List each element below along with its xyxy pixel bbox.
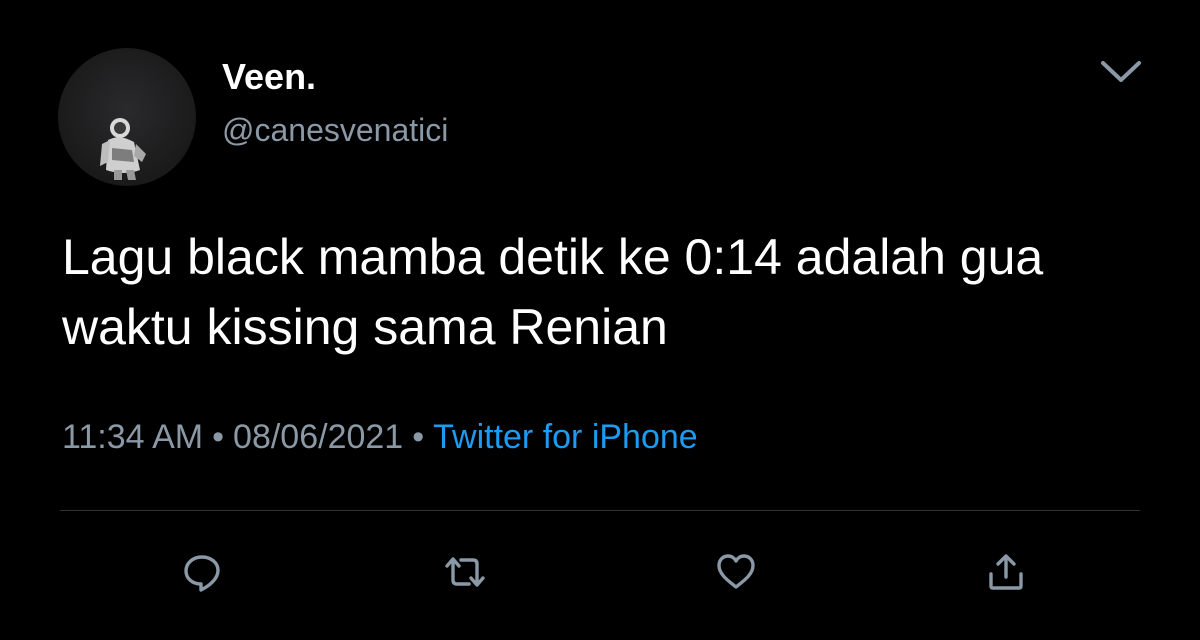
meta-separator: •: [212, 418, 225, 456]
heart-icon: [717, 554, 755, 589]
retweet-icon: [445, 557, 485, 587]
author-display-name[interactable]: Veen.: [222, 56, 316, 98]
tweet-source-link[interactable]: Twitter for iPhone: [433, 418, 698, 456]
avatar[interactable]: [58, 48, 196, 186]
retweet-button[interactable]: [441, 548, 489, 596]
like-button[interactable]: [712, 548, 760, 596]
tweet-date[interactable]: 08/06/2021: [233, 418, 403, 456]
astronaut-avatar-image: [100, 118, 146, 180]
divider: [60, 510, 1140, 511]
author-handle[interactable]: @canesvenatici: [222, 112, 448, 149]
reply-icon: [184, 555, 220, 592]
tweet-text: Lagu black mamba detik ke 0:14 adalah gu…: [62, 229, 1044, 355]
tweet-meta: 11:34 AM • 08/06/2021 • Twitter for iPhone: [62, 418, 698, 457]
tweet-time[interactable]: 11:34 AM: [62, 418, 203, 456]
reply-button[interactable]: [178, 548, 226, 596]
chevron-down-icon[interactable]: [1098, 56, 1144, 86]
share-button[interactable]: [982, 548, 1030, 596]
meta-separator: •: [412, 418, 425, 456]
share-icon: [989, 554, 1023, 590]
